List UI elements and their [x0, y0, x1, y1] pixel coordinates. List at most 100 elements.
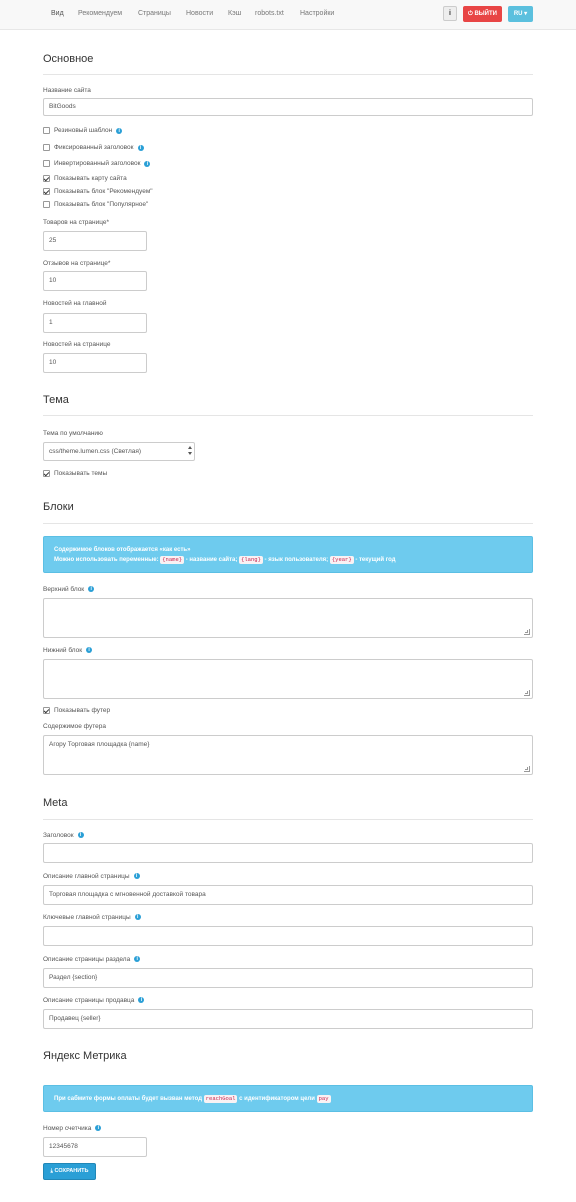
reviews-per-page-input[interactable]: 10 — [43, 271, 147, 291]
option-fixed-header[interactable]: Фиксированный заголовок i — [43, 144, 144, 154]
bottom-block-textarea[interactable] — [43, 659, 533, 699]
info-icon: i — [144, 160, 151, 167]
resize-handle-icon[interactable] — [524, 690, 530, 696]
select-arrows-icon — [188, 446, 192, 455]
seller-desc-label: Описание страницы продавца i — [43, 997, 145, 1004]
main-keywords-label-text: Ключевые главной страницы — [43, 914, 131, 921]
option-checkbox[interactable] — [43, 127, 50, 134]
meta-heading-input[interactable] — [43, 843, 533, 863]
info-icon: i — [88, 586, 95, 593]
nav-recommended[interactable]: Рекомендуем — [78, 10, 122, 17]
meta-heading-label: Заголовок i — [43, 832, 84, 839]
bottom-block-label: Нижний блок i — [43, 647, 93, 654]
save-label: Сохранить — [54, 1168, 89, 1174]
language-dropdown[interactable]: RU ▾ — [508, 6, 533, 22]
main-desc-label: Описание главной страницы i — [43, 873, 140, 880]
news-per-page-input[interactable]: 10 — [43, 353, 147, 373]
nav-view[interactable]: Вид — [51, 10, 64, 17]
default-theme-label: Тема по умолчанию — [43, 430, 103, 437]
var-lang-code: {lang} — [239, 556, 263, 564]
default-theme-value: css/theme.lumen.css (Светлая) — [49, 448, 142, 455]
nav-pages[interactable]: Страницы — [138, 10, 171, 17]
section-desc-label-text: Описание страницы раздела — [43, 956, 131, 963]
main-desc-label-text: Описание главной страницы — [43, 873, 130, 880]
section-title-metrika: Яндекс Метрика — [43, 1050, 127, 1062]
option-checkbox[interactable] — [43, 188, 50, 195]
news-on-main-input[interactable]: 1 — [43, 313, 147, 333]
blocks-info-alert: Содержимое блоков отображается «как есть… — [43, 536, 533, 573]
nav-news[interactable]: Новости — [186, 10, 213, 17]
counter-input[interactable]: 12345678 — [43, 1137, 147, 1157]
option-show-popular[interactable]: Показывать блок "Популярное" — [43, 201, 148, 211]
option-checkbox[interactable] — [43, 201, 50, 208]
show-footer-option[interactable]: Показывать футер — [43, 707, 110, 717]
info-icon: i — [137, 144, 144, 151]
info-button[interactable]: i — [443, 6, 457, 21]
main-desc-input[interactable]: Торговая площадка с мгновенной доставкой… — [43, 885, 533, 905]
resize-handle-icon[interactable] — [524, 766, 530, 772]
goods-per-page-label: Товаров на странице* — [43, 219, 110, 226]
info-icon: i — [138, 997, 145, 1004]
footer-content-textarea[interactable]: Агору Торговая площадка {name} — [43, 735, 533, 775]
info-icon: i — [134, 914, 141, 921]
show-themes-checkbox[interactable] — [43, 470, 50, 477]
default-theme-select[interactable]: css/theme.lumen.css (Светлая) — [43, 442, 195, 461]
info-icon: i — [86, 647, 93, 654]
meta-heading-label-text: Заголовок — [43, 832, 74, 839]
logout-label: Выйти — [474, 11, 497, 17]
show-footer-checkbox[interactable] — [43, 707, 50, 714]
counter-label-text: Номер счетчика — [43, 1125, 92, 1132]
divider — [43, 74, 533, 75]
bottom-block-label-text: Нижний блок — [43, 647, 83, 654]
section-title-blocks: Блоки — [43, 501, 74, 513]
alert-line-2: Можно использовать переменные: {name} - … — [54, 555, 522, 565]
option-label: Резиновый шаблон — [54, 127, 113, 134]
option-checkbox[interactable] — [43, 144, 50, 151]
top-block-textarea[interactable] — [43, 598, 533, 638]
seller-desc-input[interactable]: Продавец {seller} — [43, 1009, 533, 1029]
alert-line-1: Содержимое блоков отображается «как есть… — [54, 547, 191, 553]
news-on-main-label: Новостей на главной — [43, 300, 107, 307]
info-icon: i — [77, 832, 84, 839]
info-icon: i — [134, 956, 141, 963]
var-lang-desc: - язык пользователя; — [264, 557, 329, 563]
goods-per-page-input[interactable]: 25 — [43, 231, 147, 251]
nav-settings[interactable]: Настройки — [300, 10, 334, 17]
option-label: Показывать блок "Рекомендуем" — [54, 188, 153, 195]
show-themes-option[interactable]: Показывать темы — [43, 470, 107, 480]
news-per-page-label: Новостей на странице — [43, 341, 111, 348]
main-keywords-label: Ключевые главной страницы i — [43, 914, 141, 921]
nav-cache[interactable]: Кэш — [228, 10, 241, 17]
caret-down-icon: ▾ — [522, 11, 528, 17]
site-name-input[interactable]: BitGoods — [43, 98, 533, 116]
section-title-basic: Основное — [43, 53, 94, 65]
section-title-theme: Тема — [43, 394, 69, 406]
info-icon: i — [95, 1125, 102, 1132]
main-keywords-input[interactable] — [43, 926, 533, 946]
save-button[interactable]: ⤓ Сохранить — [43, 1163, 96, 1180]
option-checkbox[interactable] — [43, 160, 50, 167]
footer-content-value: Агору Торговая площадка {name} — [49, 741, 150, 748]
metrika-info-alert: При сабмите формы оплаты будет вызван ме… — [43, 1085, 533, 1112]
option-show-recommended[interactable]: Показывать блок "Рекомендуем" — [43, 188, 153, 198]
logout-button[interactable]: ⏻ Выйти — [463, 6, 502, 22]
top-navbar: Вид Рекомендуем Страницы Новости Кэш rob… — [0, 0, 576, 30]
divider — [43, 415, 533, 416]
option-checkbox[interactable] — [43, 175, 50, 182]
option-show-sitemap[interactable]: Показывать карту сайта — [43, 175, 127, 185]
seller-desc-label-text: Описание страницы продавца — [43, 997, 135, 1004]
section-desc-input[interactable]: Раздел {section} — [43, 968, 533, 988]
var-year-code: {year} — [329, 556, 354, 564]
option-inverted-header[interactable]: Инвертированный заголовок i — [43, 160, 151, 170]
section-desc-label: Описание страницы раздела i — [43, 956, 141, 963]
resize-handle-icon[interactable] — [524, 629, 530, 635]
var-name-code: {name} — [160, 556, 185, 564]
top-block-label: Верхний блок i — [43, 586, 95, 593]
info-icon: i — [116, 127, 123, 134]
option-rubber-template[interactable]: Резиновый шаблон i — [43, 127, 123, 137]
section-title-meta: Meta — [43, 797, 68, 809]
reachgoal-code: reachGoal — [203, 1095, 238, 1103]
nav-robots[interactable]: robots.txt — [255, 10, 284, 17]
option-label: Показывать карту сайта — [54, 175, 127, 182]
reviews-per-page-label: Отзывов на странице* — [43, 260, 111, 267]
